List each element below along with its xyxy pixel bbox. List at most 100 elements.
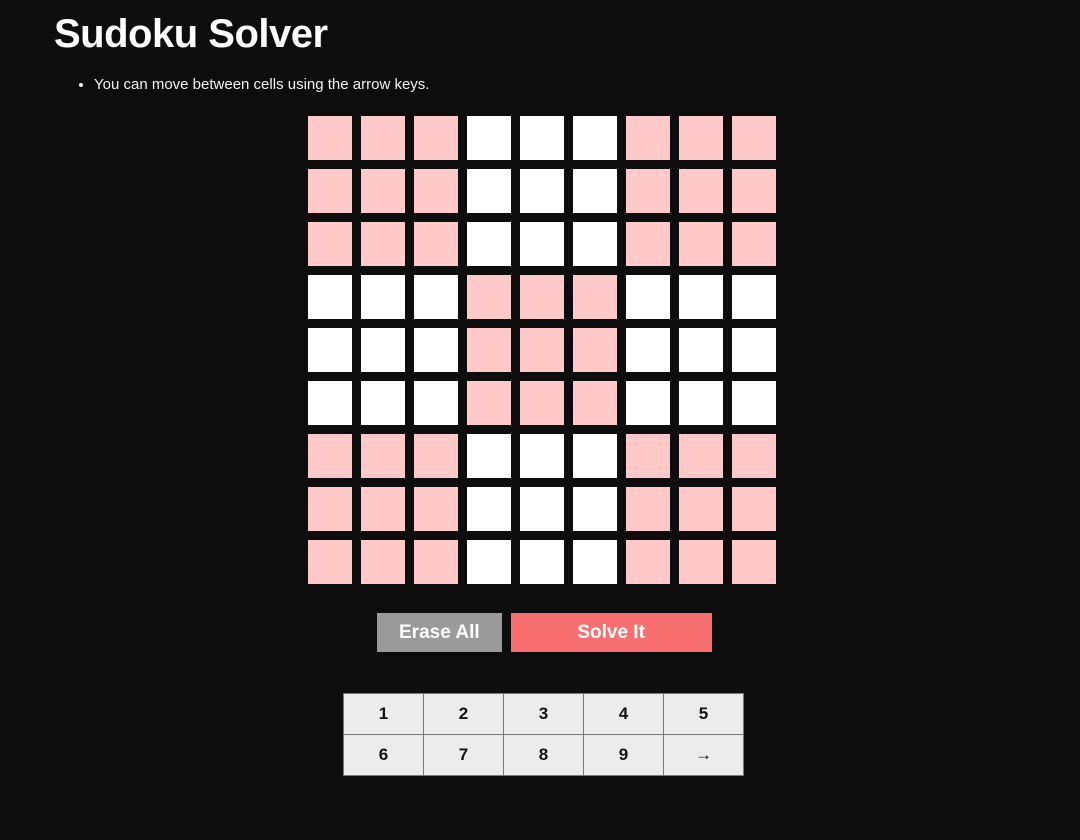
sudoku-cell-r2-c5[interactable] [520, 169, 564, 213]
sudoku-cell-r9-c6[interactable] [573, 540, 617, 584]
sudoku-cell-r7-c3[interactable] [414, 434, 458, 478]
sudoku-cell-r4-c9[interactable] [732, 275, 776, 319]
sudoku-cell-r1-c3[interactable] [414, 116, 458, 160]
sudoku-cell-r6-c2[interactable] [361, 381, 405, 425]
sudoku-cell-r5-c1[interactable] [308, 328, 352, 372]
hint-list-item: You can move between cells using the arr… [94, 74, 429, 96]
sudoku-board[interactable] [308, 116, 777, 584]
sudoku-cell-r8-c3[interactable] [414, 487, 458, 531]
sudoku-cell-r3-c3[interactable] [414, 222, 458, 266]
key-3[interactable]: 3 [504, 694, 584, 735]
sudoku-cell-r1-c2[interactable] [361, 116, 405, 160]
key-1[interactable]: 1 [344, 694, 424, 735]
sudoku-cell-r5-c5[interactable] [520, 328, 564, 372]
sudoku-cell-r8-c4[interactable] [467, 487, 511, 531]
sudoku-cell-r2-c2[interactable] [361, 169, 405, 213]
sudoku-cell-r9-c9[interactable] [732, 540, 776, 584]
sudoku-cell-r5-c7[interactable] [626, 328, 670, 372]
sudoku-cell-r6-c4[interactable] [467, 381, 511, 425]
sudoku-cell-r3-c5[interactable] [520, 222, 564, 266]
sudoku-cell-r4-c8[interactable] [679, 275, 723, 319]
page-title: Sudoku Solver [54, 12, 328, 56]
sudoku-cell-r1-c1[interactable] [308, 116, 352, 160]
sudoku-cell-r3-c8[interactable] [679, 222, 723, 266]
sudoku-cell-r6-c3[interactable] [414, 381, 458, 425]
sudoku-cell-r1-c4[interactable] [467, 116, 511, 160]
sudoku-cell-r5-c2[interactable] [361, 328, 405, 372]
sudoku-cell-r1-c6[interactable] [573, 116, 617, 160]
sudoku-cell-r7-c6[interactable] [573, 434, 617, 478]
sudoku-cell-r9-c4[interactable] [467, 540, 511, 584]
sudoku-cell-r2-c3[interactable] [414, 169, 458, 213]
sudoku-cell-r2-c6[interactable] [573, 169, 617, 213]
sudoku-cell-r7-c8[interactable] [679, 434, 723, 478]
sudoku-cell-r9-c5[interactable] [520, 540, 564, 584]
key-2[interactable]: 2 [424, 694, 504, 735]
sudoku-cell-r6-c1[interactable] [308, 381, 352, 425]
sudoku-cell-r6-c8[interactable] [679, 381, 723, 425]
sudoku-board-wrapper [308, 116, 777, 584]
sudoku-cell-r3-c6[interactable] [573, 222, 617, 266]
sudoku-cell-r7-c4[interactable] [467, 434, 511, 478]
sudoku-cell-r2-c8[interactable] [679, 169, 723, 213]
sudoku-cell-r3-c9[interactable] [732, 222, 776, 266]
sudoku-cell-r9-c8[interactable] [679, 540, 723, 584]
hint-list: You can move between cells using the arr… [54, 74, 429, 96]
sudoku-cell-r4-c2[interactable] [361, 275, 405, 319]
sudoku-cell-r1-c5[interactable] [520, 116, 564, 160]
sudoku-cell-r9-c2[interactable] [361, 540, 405, 584]
sudoku-cell-r4-c1[interactable] [308, 275, 352, 319]
key-5[interactable]: 5 [664, 694, 744, 735]
key-6[interactable]: 6 [344, 735, 424, 776]
sudoku-cell-r7-c9[interactable] [732, 434, 776, 478]
sudoku-cell-r2-c1[interactable] [308, 169, 352, 213]
sudoku-cell-r7-c5[interactable] [520, 434, 564, 478]
sudoku-cell-r1-c9[interactable] [732, 116, 776, 160]
sudoku-cell-r7-c7[interactable] [626, 434, 670, 478]
sudoku-cell-r5-c4[interactable] [467, 328, 511, 372]
sudoku-cell-r9-c1[interactable] [308, 540, 352, 584]
sudoku-cell-r4-c5[interactable] [520, 275, 564, 319]
sudoku-cell-r5-c3[interactable] [414, 328, 458, 372]
sudoku-cell-r3-c1[interactable] [308, 222, 352, 266]
action-button-group: Erase All Solve It [377, 613, 712, 652]
sudoku-cell-r6-c5[interactable] [520, 381, 564, 425]
solve-it-button[interactable]: Solve It [510, 613, 712, 652]
sudoku-cell-r5-c8[interactable] [679, 328, 723, 372]
number-keypad[interactable]: 1 2 3 4 5 6 7 8 9 → [343, 693, 744, 776]
sudoku-cell-r6-c6[interactable] [573, 381, 617, 425]
sudoku-cell-r9-c7[interactable] [626, 540, 670, 584]
key-8[interactable]: 8 [504, 735, 584, 776]
sudoku-cell-r7-c2[interactable] [361, 434, 405, 478]
sudoku-cell-r8-c2[interactable] [361, 487, 405, 531]
key-4[interactable]: 4 [584, 694, 664, 735]
sudoku-cell-r8-c5[interactable] [520, 487, 564, 531]
sudoku-cell-r8-c8[interactable] [679, 487, 723, 531]
sudoku-cell-r7-c1[interactable] [308, 434, 352, 478]
sudoku-cell-r2-c7[interactable] [626, 169, 670, 213]
sudoku-cell-r5-c6[interactable] [573, 328, 617, 372]
sudoku-cell-r8-c6[interactable] [573, 487, 617, 531]
sudoku-cell-r2-c4[interactable] [467, 169, 511, 213]
sudoku-cell-r8-c9[interactable] [732, 487, 776, 531]
sudoku-cell-r2-c9[interactable] [732, 169, 776, 213]
sudoku-cell-r4-c7[interactable] [626, 275, 670, 319]
sudoku-cell-r1-c8[interactable] [679, 116, 723, 160]
sudoku-cell-r3-c2[interactable] [361, 222, 405, 266]
sudoku-cell-r6-c7[interactable] [626, 381, 670, 425]
sudoku-cell-r8-c7[interactable] [626, 487, 670, 531]
sudoku-cell-r8-c1[interactable] [308, 487, 352, 531]
sudoku-cell-r3-c7[interactable] [626, 222, 670, 266]
key-9[interactable]: 9 [584, 735, 664, 776]
sudoku-cell-r5-c9[interactable] [732, 328, 776, 372]
sudoku-cell-r6-c9[interactable] [732, 381, 776, 425]
key-7[interactable]: 7 [424, 735, 504, 776]
erase-all-button[interactable]: Erase All [377, 613, 502, 652]
sudoku-cell-r4-c4[interactable] [467, 275, 511, 319]
key-next-arrow-icon[interactable]: → [664, 735, 744, 776]
sudoku-cell-r4-c6[interactable] [573, 275, 617, 319]
sudoku-cell-r4-c3[interactable] [414, 275, 458, 319]
sudoku-cell-r3-c4[interactable] [467, 222, 511, 266]
sudoku-cell-r1-c7[interactable] [626, 116, 670, 160]
sudoku-cell-r9-c3[interactable] [414, 540, 458, 584]
